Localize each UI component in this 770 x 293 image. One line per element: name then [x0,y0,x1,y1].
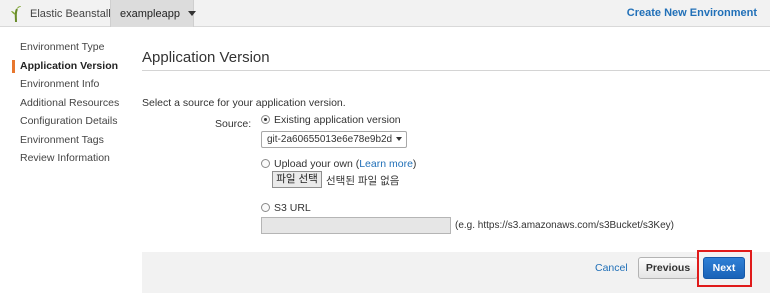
brand-label: Elastic Beanstalk [30,7,114,20]
s3-url-radio[interactable] [261,203,270,212]
sidebar-item-configuration-details[interactable]: Configuration Details [12,112,127,131]
version-select[interactable]: git-2a60655013e6e78e9b2d [261,131,407,148]
s3-url-hint: (e.g. https://s3.amazonaws.com/s3Bucket/… [455,220,674,231]
wizard-steps-sidebar: Environment Type Application Version Env… [12,38,127,168]
learn-more-link[interactable]: Learn more [359,158,413,170]
upload-radio[interactable] [261,159,270,168]
upload-label[interactable]: Upload your own (Learn more) [274,158,416,170]
upload-label-suffix: ) [412,158,417,170]
application-name: exampleapp [120,7,180,20]
sidebar-item-environment-info[interactable]: Environment Info [12,75,127,94]
title-divider [142,70,770,71]
top-navigation-bar: Elastic Beanstalk exampleapp Create New … [0,0,770,27]
caret-down-icon [187,11,196,16]
sidebar-item-environment-type[interactable]: Environment Type [12,38,127,57]
beanstalk-logo-icon [11,6,21,22]
upload-label-text: Upload your own ( [274,158,360,170]
sidebar-item-environment-tags[interactable]: Environment Tags [12,131,127,150]
version-select-value: git-2a60655013e6e78e9b2d [267,134,393,145]
chevron-down-icon [396,137,402,141]
page-title: Application Version [142,49,270,66]
create-new-environment-link[interactable]: Create New Environment [627,7,757,19]
source-label: Source: [215,118,252,130]
existing-version-label[interactable]: Existing application version [274,114,401,126]
next-button[interactable]: Next [703,257,745,279]
sidebar-item-application-version[interactable]: Application Version [12,57,127,76]
choose-file-button[interactable]: 파일 선택 [272,171,322,188]
brand[interactable]: Elastic Beanstalk [0,0,124,27]
sidebar-item-additional-resources[interactable]: Additional Resources [12,94,127,113]
s3-url-label[interactable]: S3 URL [274,202,311,214]
file-status-text: 선택된 파일 없음 [326,175,400,187]
intro-text: Select a source for your application ver… [142,97,346,109]
sidebar-item-review-information[interactable]: Review Information [12,149,127,168]
existing-version-radio[interactable] [261,115,270,124]
cancel-link[interactable]: Cancel [595,262,628,274]
application-selector[interactable]: exampleapp [110,0,196,27]
s3-url-input[interactable] [261,217,451,234]
previous-button[interactable]: Previous [638,257,698,279]
